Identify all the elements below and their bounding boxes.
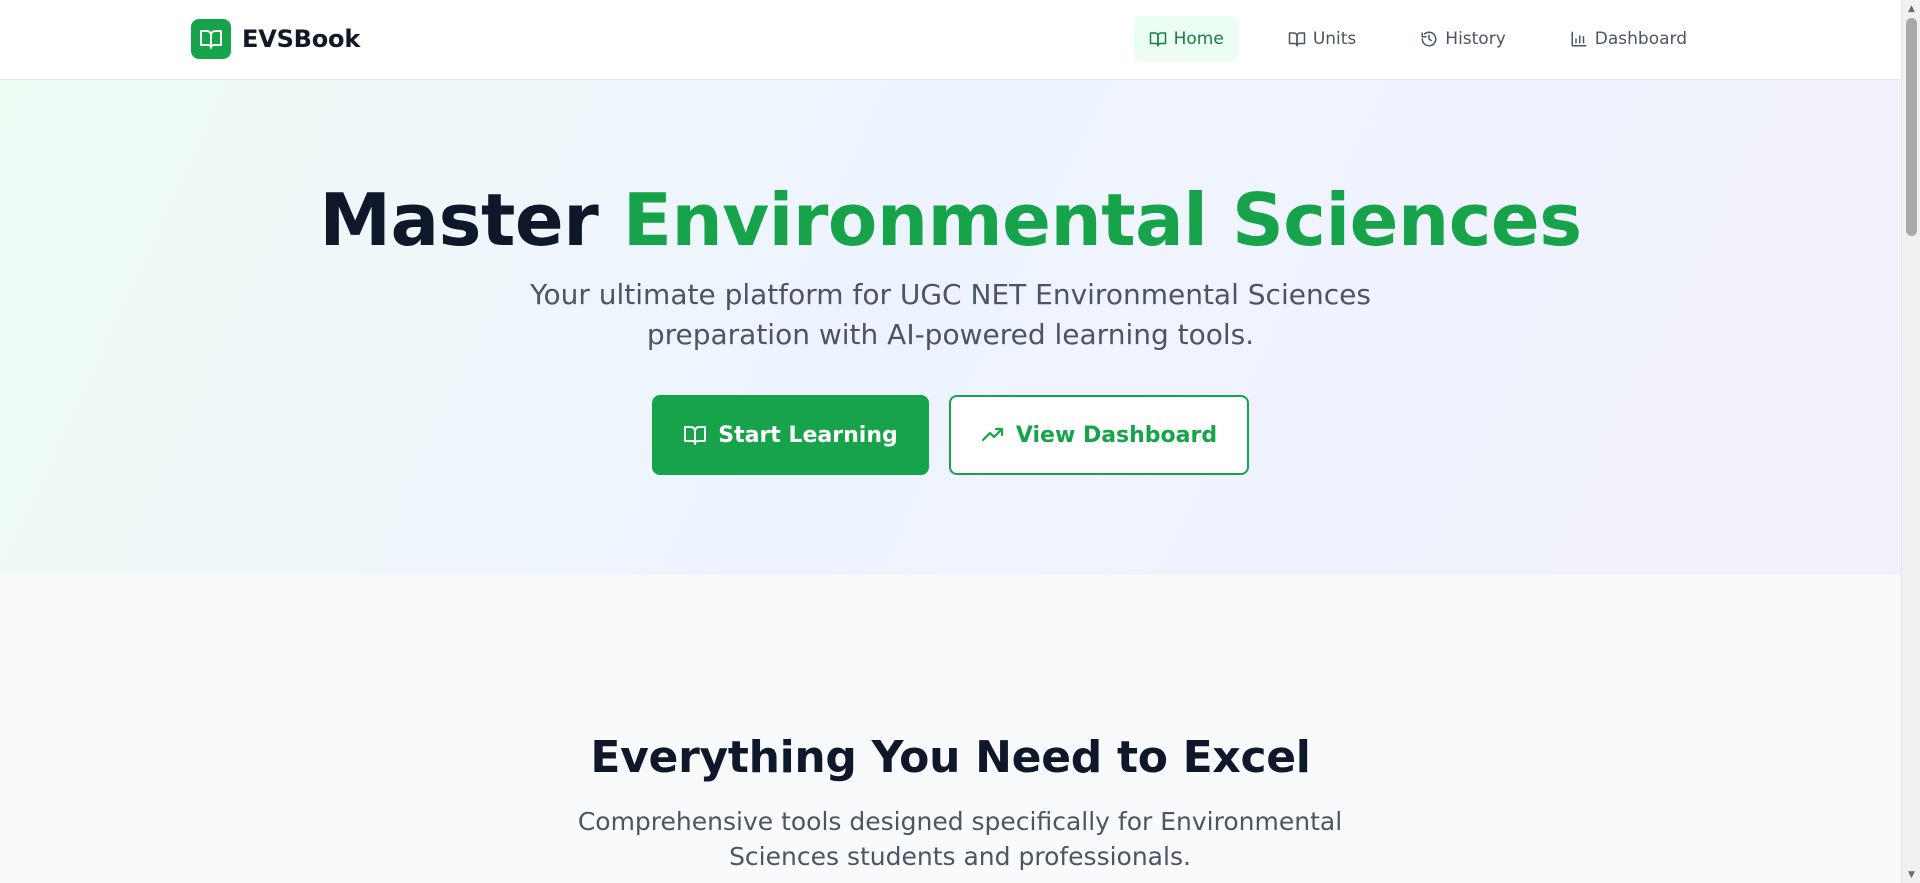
nav-item-history[interactable]: History	[1405, 16, 1520, 61]
hero-section: Master Environmental Sciences Your ultim…	[0, 80, 1901, 575]
hero-title: Master Environmental Sciences	[0, 175, 1901, 265]
scroll-up-arrow-icon[interactable]: ▲	[1902, 0, 1920, 17]
hero-title-lead: Master	[319, 178, 623, 262]
history-icon	[1421, 31, 1437, 46]
nav-item-dashboard[interactable]: Dashboard	[1555, 16, 1702, 61]
features-title: Everything You Need to Excel	[590, 732, 1311, 783]
open-book-icon	[684, 426, 707, 445]
hero-actions: Start Learning View Dashboard	[0, 395, 1901, 475]
brand-logo-link[interactable]: EVSBook	[191, 19, 360, 59]
bar-chart-icon	[1571, 31, 1587, 46]
start-learning-button[interactable]: Start Learning	[652, 395, 929, 475]
open-book-icon	[191, 19, 231, 59]
features-subtitle: Comprehensive tools designed specificall…	[577, 807, 1343, 871]
start-learning-label: Start Learning	[718, 422, 898, 448]
nav-item-label: Units	[1312, 28, 1357, 49]
nav-item-label: Home	[1173, 28, 1224, 49]
open-book-icon	[1288, 31, 1306, 46]
page-scrollbar[interactable]: ▲ ▼	[1901, 0, 1920, 883]
brand-name: EVSBook	[242, 25, 361, 53]
hero-subtitle: Your ultimate platform for UGC NET Envir…	[530, 278, 1371, 351]
nav-item-home[interactable]: Home	[1133, 16, 1239, 61]
trending-up-icon	[981, 427, 1003, 442]
nav-item-units[interactable]: Units	[1273, 16, 1371, 61]
open-book-icon	[1149, 31, 1166, 46]
nav-item-label: Dashboard	[1594, 28, 1687, 49]
view-dashboard-button[interactable]: View Dashboard	[949, 395, 1249, 475]
scroll-down-arrow-icon[interactable]: ▼	[1902, 866, 1920, 883]
top-navigation-bar: EVSBook Home Units History Dashboard	[0, 0, 1901, 80]
scrollbar-thumb[interactable]	[1906, 18, 1917, 236]
nav-item-label: History	[1445, 28, 1506, 49]
hero-title-highlight: Environmental Sciences	[622, 178, 1582, 262]
main-nav: Home Units History Dashboard	[1133, 16, 1702, 61]
view-dashboard-label: View Dashboard	[1015, 422, 1218, 448]
